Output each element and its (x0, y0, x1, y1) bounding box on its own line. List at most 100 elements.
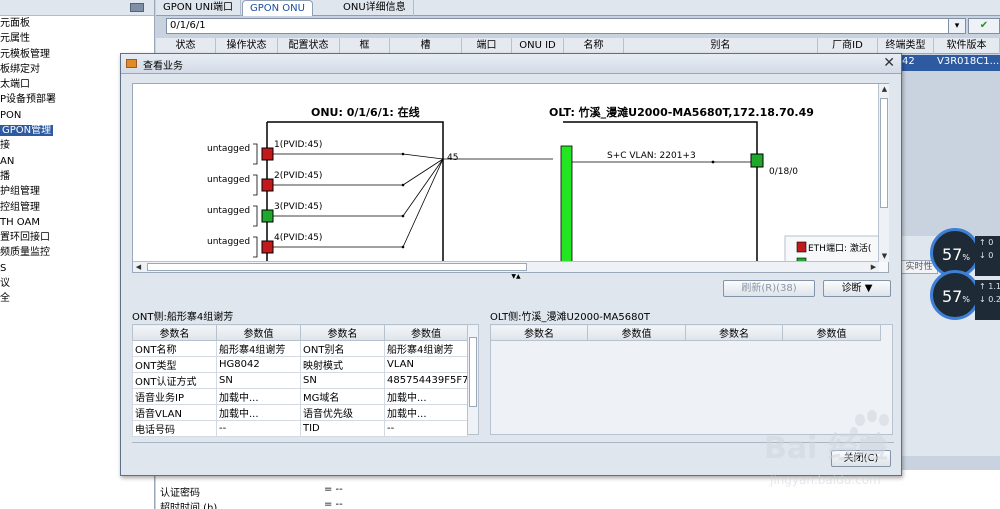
dialog-divider (132, 442, 894, 443)
olt-box (563, 121, 758, 272)
scroll-left-icon[interactable]: ◀ (133, 262, 144, 273)
scroll-right-icon[interactable]: ▶ (868, 262, 879, 273)
tab-gpon-onu[interactable]: GPON ONU (242, 0, 313, 16)
olt-side-label: OLT侧:竹溪_漫滩U2000-MA5680T (490, 312, 650, 323)
tree-item-label: 接 (0, 140, 10, 152)
col-status[interactable]: 状态 (156, 38, 216, 54)
col-terminal-type[interactable]: 终端类型 (878, 38, 934, 54)
tree-toolbar (0, 0, 154, 16)
tree-item-label: 护组管理 (0, 186, 40, 198)
param-value-cell: HG8042 (216, 356, 301, 373)
th-olt-param-value-2[interactable]: 参数值 (782, 324, 881, 341)
pon-bar[interactable] (560, 145, 573, 273)
th-param-name-2[interactable]: 参数名 (300, 324, 385, 341)
onu-table-header: 状态 操作状态 配置状态 框 槽 端口 ONU ID 名称 别名 厂商ID 终端… (156, 38, 1000, 54)
scroll-down-icon[interactable]: ▼ (879, 251, 890, 262)
table-row[interactable]: ONT认证方式SNSN485754439F5F7... (132, 372, 468, 389)
eth-port-icon[interactable] (261, 209, 274, 223)
close-button[interactable]: 关闭(C) (831, 450, 891, 467)
param-value-cell: 加载中... (216, 404, 301, 421)
table-row[interactable]: ONT类型 HG8042 映射模式 VLAN (132, 356, 468, 373)
col-alias[interactable]: 别名 (624, 38, 818, 54)
ont-table-scrollbar[interactable] (467, 324, 479, 435)
olt-port-icon[interactable] (750, 153, 764, 168)
param-value-cell: 485754439F5F7... (384, 372, 468, 389)
tree-item-label: GPON管理 (0, 125, 54, 137)
port-tag: untagged (207, 175, 250, 185)
eth-port-icon[interactable] (261, 147, 274, 161)
th-param-value-1[interactable]: 参数值 (216, 324, 301, 341)
diagnose-button[interactable]: 诊断 ▼ (823, 280, 891, 297)
close-icon[interactable]: ✕ (883, 55, 895, 71)
eth-port-icon[interactable] (261, 240, 274, 254)
speed-panel-2: ↑ 1.1 ↓ 0.2 (975, 280, 1000, 320)
th-param-value-2[interactable]: 参数值 (384, 324, 468, 341)
port-label: 2(PVID:45) (274, 171, 322, 181)
splitter-handle-icon[interactable]: ▼▲ (501, 274, 531, 280)
tree-item-label: 播 (0, 170, 10, 182)
junction-dot (711, 160, 715, 164)
col-port[interactable]: 端口 (462, 38, 512, 54)
tab-gpon-uni-port[interactable]: GPON UNI端口 (156, 0, 242, 16)
param-name-cell: MG域名 (300, 388, 385, 405)
tab-onu-detail[interactable]: ONU详细信息 (336, 0, 414, 16)
param-name-cell: ONT认证方式 (132, 372, 217, 389)
tree-item-label: 全 (0, 293, 10, 305)
dialog-titlebar[interactable]: 查看业务 ✕ (121, 54, 901, 74)
table-row[interactable]: 语音VLAN 加载中... 语音优先级 加载中... (132, 404, 468, 421)
dialog-title: 查看业务 (143, 61, 183, 72)
download-speed: ↓ 0 (979, 251, 994, 260)
refresh-button[interactable]: 刷新(R)(38) (723, 280, 815, 297)
stat-line-1: ↑ 1.1 (979, 282, 1000, 291)
tree-item[interactable]: 元面板 (0, 16, 154, 31)
topology-hscrollbar[interactable]: ◀ ▶ (133, 261, 879, 272)
port-bracket (253, 174, 258, 196)
param-name-cell: ONT类型 (132, 356, 217, 373)
onu-label: ONU: 0/1/6/1: 在线 (311, 105, 420, 119)
port-bracket (253, 205, 258, 227)
tree-item-label: AN (0, 155, 15, 167)
param-name-cell: TID (300, 420, 385, 437)
topology-vscrollbar[interactable]: ▲ ▼ (878, 84, 889, 262)
path-input[interactable]: 0/1/6/1 (166, 18, 966, 34)
memory-gauge[interactable]: 57% (930, 270, 980, 320)
param-name-cell: 语音VLAN (132, 404, 217, 421)
table-row[interactable]: 语音业务IP 加载中... MG域名 加载中... (132, 388, 468, 405)
tree-item[interactable]: 元属性 (0, 31, 154, 46)
table-row[interactable]: ONT名称 船形寨4组谢芳 ONT别名 船形寨4组谢芳 (132, 340, 468, 357)
tree-item-label: 置环回接口 (0, 232, 50, 244)
path-dropdown-icon[interactable]: ▾ (948, 18, 966, 34)
olt-label: OLT: 竹溪_漫滩U2000-MA5680T,172.18.70.49 (549, 105, 814, 119)
col-config-status[interactable]: 配置状态 (278, 38, 340, 54)
col-slot[interactable]: 槽 (390, 38, 462, 54)
col-onu-id[interactable]: ONU ID (512, 38, 564, 54)
param-value-cell: -- (216, 420, 301, 437)
eth-port-icon[interactable] (261, 178, 274, 192)
col-vendor-id[interactable]: 厂商ID (818, 38, 878, 54)
scroll-up-icon[interactable]: ▲ (879, 84, 890, 95)
tree-item-label: P设备预部署 (0, 94, 57, 106)
vscroll-thumb[interactable] (880, 98, 888, 208)
param-value-cell: 船形寨4组谢芳 (216, 340, 301, 357)
col-op-status[interactable]: 操作状态 (216, 38, 278, 54)
apply-check-icon[interactable]: ✔ (968, 18, 1000, 34)
param-name-cell: 语音优先级 (300, 404, 385, 421)
col-software-version[interactable]: 软件版本 (934, 38, 1000, 54)
hscroll-thumb[interactable] (147, 263, 527, 271)
auth-password-value: = -- (324, 484, 343, 495)
cell-terminal-type: 42 (902, 56, 915, 67)
col-name[interactable]: 名称 (564, 38, 624, 54)
table-row[interactable]: 电话号码 -- TID -- (132, 420, 468, 437)
th-param-name-1[interactable]: 参数名 (132, 324, 217, 341)
col-frame[interactable]: 框 (340, 38, 390, 54)
ont-scroll-thumb[interactable] (469, 337, 477, 407)
port-tag: untagged (207, 144, 250, 154)
th-olt-param-name-1[interactable]: 参数名 (490, 324, 588, 341)
monitor-icon[interactable] (130, 3, 144, 12)
param-name-cell: 映射模式 (300, 356, 385, 373)
param-name-cell: SN (300, 372, 385, 389)
th-olt-param-name-2[interactable]: 参数名 (685, 324, 783, 341)
stat-line-2: ↓ 0.2 (979, 295, 1000, 304)
port-label: 1(PVID:45) (274, 140, 322, 150)
th-olt-param-value-1[interactable]: 参数值 (587, 324, 686, 341)
